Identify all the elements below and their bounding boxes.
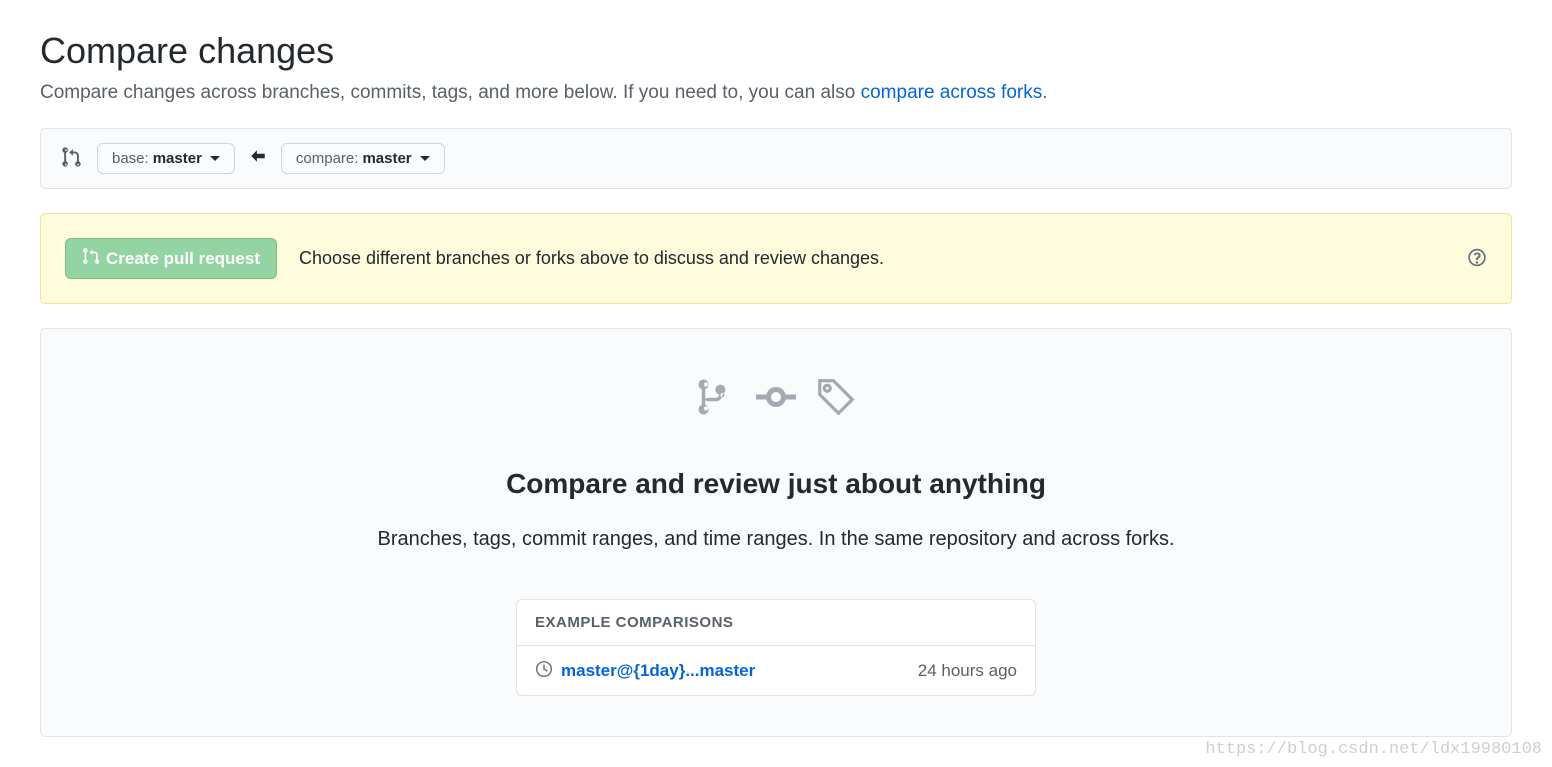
- subtitle-prefix: Compare changes across branches, commits…: [40, 82, 861, 103]
- base-label: base:: [112, 150, 149, 167]
- page-subtitle: Compare changes across branches, commits…: [40, 82, 1512, 104]
- create-pull-request-button[interactable]: Create pull request: [65, 238, 277, 279]
- example-time: 24 hours ago: [918, 661, 1017, 681]
- subtitle-suffix: .: [1042, 82, 1047, 103]
- compare-across-forks-link[interactable]: compare across forks: [861, 82, 1043, 103]
- tag-icon: [816, 377, 856, 420]
- empty-state-icons: [81, 377, 1471, 420]
- commit-icon: [756, 377, 796, 420]
- compare-branch-select[interactable]: compare: master: [281, 143, 445, 174]
- help-banner-text: Choose different branches or forks above…: [299, 248, 884, 269]
- empty-state-desc: Branches, tags, commit ranges, and time …: [81, 528, 1471, 551]
- page-title: Compare changes: [40, 30, 1512, 72]
- git-pull-request-icon: [82, 247, 100, 270]
- help-icon[interactable]: [1467, 247, 1487, 270]
- watermark: https://blog.csdn.net/ldx19980108: [1205, 740, 1542, 759]
- empty-state: Compare and review just about anything B…: [40, 328, 1512, 737]
- arrow-left-icon: [249, 147, 267, 170]
- chevron-down-icon: [420, 156, 430, 161]
- git-compare-icon: [61, 146, 83, 171]
- example-row: master@{1day}...master 24 hours ago: [517, 646, 1035, 695]
- range-editor: base: master compare: master: [40, 128, 1512, 189]
- clock-icon: [535, 660, 553, 681]
- base-value: master: [153, 150, 202, 167]
- help-banner: Create pull request Choose different bra…: [40, 213, 1512, 304]
- branch-icon: [696, 377, 736, 420]
- create-pr-label: Create pull request: [106, 249, 260, 269]
- example-comparison-link[interactable]: master@{1day}...master: [561, 661, 755, 681]
- example-comparisons-header: EXAMPLE COMPARISONS: [517, 600, 1035, 646]
- base-branch-select[interactable]: base: master: [97, 143, 235, 174]
- compare-value: master: [362, 150, 411, 167]
- chevron-down-icon: [210, 156, 220, 161]
- empty-state-title: Compare and review just about anything: [81, 468, 1471, 500]
- compare-label: compare:: [296, 150, 359, 167]
- example-comparisons-box: EXAMPLE COMPARISONS master@{1day}...mast…: [516, 599, 1036, 696]
